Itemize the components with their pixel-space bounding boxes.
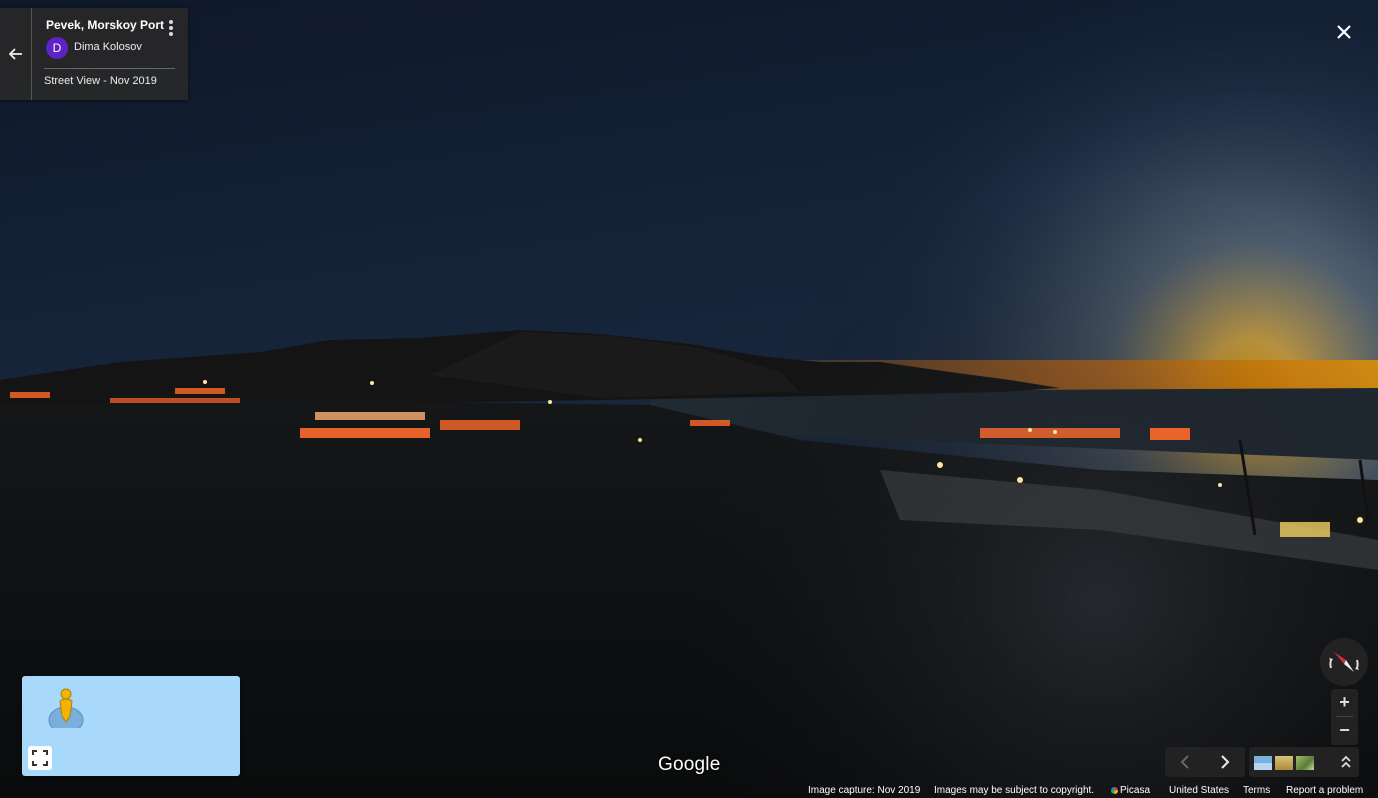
- google-logo: Google: [658, 754, 721, 775]
- pegman-icon: [48, 684, 88, 734]
- thumbnail-1[interactable]: [1254, 756, 1272, 770]
- footer-bar: Image capture: Nov 2019 Images may be su…: [0, 784, 1378, 798]
- collapse-thumbnails-button[interactable]: [1339, 753, 1353, 771]
- region-link[interactable]: United States: [1169, 785, 1229, 796]
- photo-thumbnail-strip: [1249, 747, 1359, 777]
- mini-map[interactable]: [22, 676, 240, 776]
- thumbnail-2[interactable]: [1275, 756, 1293, 770]
- photo-nav-group: [1165, 747, 1245, 777]
- fullscreen-icon: [32, 750, 48, 766]
- thumbnail-3[interactable]: [1296, 756, 1314, 770]
- image-capture-date: Image capture: Nov 2019: [808, 785, 921, 796]
- location-info-card: Pevek, Morskoy Port D Dima Kolosov Stree…: [0, 8, 188, 100]
- more-options-button[interactable]: [163, 18, 179, 38]
- zoom-out-button[interactable]: −: [1331, 717, 1358, 744]
- zoom-control: + −: [1331, 689, 1358, 745]
- previous-photo-button[interactable]: [1165, 747, 1205, 777]
- report-problem-link[interactable]: Report a problem: [1286, 785, 1363, 796]
- location-title: Pevek, Morskoy Port: [46, 18, 165, 32]
- chevron-up-double-icon: [1341, 755, 1351, 768]
- zoom-in-button[interactable]: +: [1331, 689, 1358, 716]
- close-icon: [1337, 25, 1351, 39]
- avatar[interactable]: D: [46, 37, 68, 59]
- close-button[interactable]: [1332, 20, 1356, 44]
- author-name[interactable]: Dima Kolosov: [74, 41, 142, 53]
- compass-button[interactable]: [1320, 638, 1368, 686]
- more-vert-icon: [169, 20, 173, 24]
- divider: [44, 68, 175, 69]
- expand-map-button[interactable]: [28, 746, 52, 770]
- compass-icon: [1329, 652, 1359, 672]
- picasa-icon: [1111, 787, 1118, 794]
- copyright-notice: Images may be subject to copyright.: [934, 785, 1095, 796]
- terms-link[interactable]: Terms: [1243, 785, 1270, 796]
- street-view-date: Street View - Nov 2019: [44, 75, 157, 87]
- next-photo-button[interactable]: [1205, 747, 1245, 777]
- chevron-left-icon: [1180, 755, 1189, 769]
- picasa-link[interactable]: Picasa: [1111, 785, 1150, 796]
- chevron-right-icon: [1221, 755, 1230, 769]
- back-button[interactable]: [0, 8, 32, 100]
- arrow-left-icon: [8, 48, 22, 60]
